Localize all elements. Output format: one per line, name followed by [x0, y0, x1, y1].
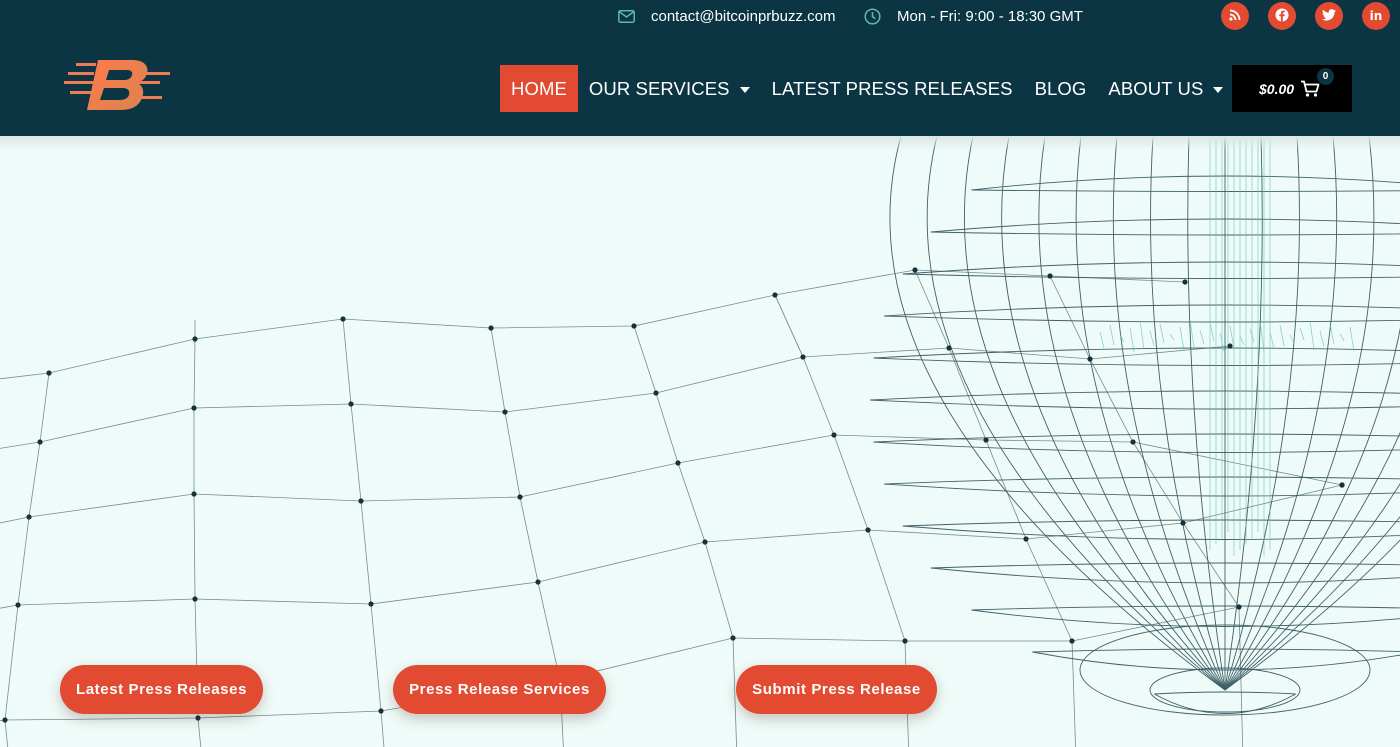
nav-our-services-label: OUR SERVICES [588, 77, 730, 99]
twitter-icon [1322, 8, 1336, 24]
bitcoinprbuzz-logo [64, 60, 170, 110]
cart-icon [1300, 80, 1320, 98]
press-release-services-button[interactable]: Press Release Services [393, 665, 606, 714]
cart-total: $0.00 [1259, 80, 1295, 97]
nav-about-us[interactable]: ABOUT US [1097, 65, 1234, 112]
facebook-icon [1275, 8, 1289, 25]
linkedin-icon: in [1369, 9, 1383, 23]
nav-latest-press-releases[interactable]: LATEST PRESS RELEASES [761, 65, 1024, 112]
clock-icon [863, 7, 881, 25]
nav-home[interactable]: HOME [500, 65, 578, 112]
rss-link[interactable] [1221, 2, 1249, 30]
hero-network-graphic [0, 136, 1400, 747]
submit-press-release-button[interactable]: Submit Press Release [736, 665, 937, 714]
twitter-link[interactable] [1315, 2, 1343, 30]
topbar-email[interactable]: contact@bitcoinprbuzz.com [617, 0, 835, 32]
hero-section [0, 136, 1400, 747]
latest-press-releases-button[interactable]: Latest Press Releases [60, 665, 263, 714]
main-nav: HOME OUR SERVICES LATEST PRESS RELEASES … [500, 65, 1234, 112]
site-logo[interactable] [62, 56, 174, 116]
facebook-link[interactable] [1268, 2, 1296, 30]
nav-latest-press-releases-label: LATEST PRESS RELEASES [771, 77, 1013, 99]
header-shadow [0, 136, 1400, 150]
cart-button[interactable]: $0.00 [1232, 65, 1352, 112]
topbar-hours: Mon - Fri: 9:00 - 18:30 GMT [863, 0, 1083, 32]
linkedin-link[interactable]: in [1362, 2, 1390, 30]
topbar-email-text: contact@bitcoinprbuzz.com [651, 7, 836, 25]
chevron-down-icon [739, 86, 750, 93]
cart-count-badge: 0 [1317, 68, 1334, 85]
nav-home-label: HOME [511, 77, 567, 99]
nav-our-services[interactable]: OUR SERVICES [578, 65, 761, 112]
nav-blog[interactable]: BLOG [1024, 65, 1098, 112]
nav-about-us-label: ABOUT US [1108, 77, 1204, 99]
nav-blog-label: BLOG [1034, 77, 1087, 99]
site-header: contact@bitcoinprbuzz.com Mon - Fri: 9:0… [0, 0, 1400, 136]
chevron-down-icon [1213, 86, 1224, 93]
rss-icon [1229, 9, 1241, 24]
topbar-hours-text: Mon - Fri: 9:00 - 18:30 GMT [897, 7, 1083, 25]
envelope-icon [617, 7, 635, 25]
